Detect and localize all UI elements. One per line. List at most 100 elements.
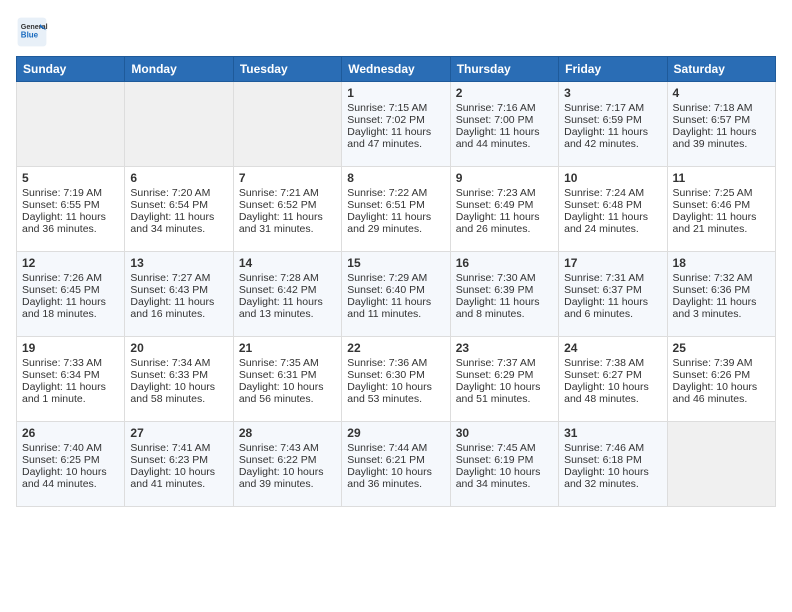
day-info: Sunset: 6:46 PM [673, 199, 770, 211]
day-info: and 39 minutes. [239, 478, 336, 490]
day-info: Sunrise: 7:44 AM [347, 442, 444, 454]
calendar-header-friday: Friday [559, 57, 667, 82]
calendar-cell: 27Sunrise: 7:41 AMSunset: 6:23 PMDayligh… [125, 422, 233, 507]
calendar-cell: 24Sunrise: 7:38 AMSunset: 6:27 PMDayligh… [559, 337, 667, 422]
day-info: Sunset: 6:54 PM [130, 199, 227, 211]
day-info: Sunrise: 7:41 AM [130, 442, 227, 454]
day-info: and 3 minutes. [673, 308, 770, 320]
calendar-week-5: 26Sunrise: 7:40 AMSunset: 6:25 PMDayligh… [17, 422, 776, 507]
calendar-header-wednesday: Wednesday [342, 57, 450, 82]
svg-text:General: General [21, 22, 48, 31]
day-info: Daylight: 11 hours [22, 381, 119, 393]
day-number: 27 [130, 426, 227, 440]
day-info: Sunset: 6:37 PM [564, 284, 661, 296]
day-info: and 46 minutes. [673, 393, 770, 405]
day-info: and 31 minutes. [239, 223, 336, 235]
day-info: Sunrise: 7:45 AM [456, 442, 553, 454]
day-info: Sunset: 6:40 PM [347, 284, 444, 296]
day-info: Daylight: 10 hours [456, 466, 553, 478]
day-info: Sunrise: 7:23 AM [456, 187, 553, 199]
day-info: Daylight: 11 hours [673, 126, 770, 138]
day-number: 17 [564, 256, 661, 270]
day-info: Sunset: 6:18 PM [564, 454, 661, 466]
day-info: Sunrise: 7:30 AM [456, 272, 553, 284]
day-number: 9 [456, 171, 553, 185]
calendar-cell: 10Sunrise: 7:24 AMSunset: 6:48 PMDayligh… [559, 167, 667, 252]
calendar-header-monday: Monday [125, 57, 233, 82]
day-info: and 36 minutes. [347, 478, 444, 490]
day-info: Daylight: 10 hours [239, 381, 336, 393]
day-info: and 41 minutes. [130, 478, 227, 490]
day-number: 10 [564, 171, 661, 185]
day-info: and 58 minutes. [130, 393, 227, 405]
day-info: Daylight: 10 hours [130, 466, 227, 478]
day-info: Daylight: 11 hours [347, 211, 444, 223]
day-info: Sunrise: 7:16 AM [456, 102, 553, 114]
day-info: Sunset: 6:22 PM [239, 454, 336, 466]
day-info: and 6 minutes. [564, 308, 661, 320]
day-info: Sunset: 6:34 PM [22, 369, 119, 381]
day-info: Sunset: 7:02 PM [347, 114, 444, 126]
day-info: Daylight: 11 hours [239, 211, 336, 223]
calendar-cell: 14Sunrise: 7:28 AMSunset: 6:42 PMDayligh… [233, 252, 341, 337]
day-info: Sunrise: 7:17 AM [564, 102, 661, 114]
day-info: and 39 minutes. [673, 138, 770, 150]
day-info: Sunset: 6:36 PM [673, 284, 770, 296]
day-info: Daylight: 10 hours [564, 466, 661, 478]
calendar-cell: 2Sunrise: 7:16 AMSunset: 7:00 PMDaylight… [450, 82, 558, 167]
day-number: 31 [564, 426, 661, 440]
calendar-header-tuesday: Tuesday [233, 57, 341, 82]
day-info: and 1 minute. [22, 393, 119, 405]
day-info: and 32 minutes. [564, 478, 661, 490]
day-number: 11 [673, 171, 770, 185]
day-info: and 44 minutes. [456, 138, 553, 150]
calendar-cell: 4Sunrise: 7:18 AMSunset: 6:57 PMDaylight… [667, 82, 775, 167]
day-info: Sunrise: 7:32 AM [673, 272, 770, 284]
calendar-table: SundayMondayTuesdayWednesdayThursdayFrid… [16, 56, 776, 507]
calendar-cell: 28Sunrise: 7:43 AMSunset: 6:22 PMDayligh… [233, 422, 341, 507]
day-number: 8 [347, 171, 444, 185]
day-info: Daylight: 10 hours [673, 381, 770, 393]
day-info: Daylight: 11 hours [456, 211, 553, 223]
day-info: Sunset: 6:31 PM [239, 369, 336, 381]
calendar-cell [667, 422, 775, 507]
day-info: Daylight: 11 hours [456, 126, 553, 138]
day-info: and 13 minutes. [239, 308, 336, 320]
calendar-cell: 29Sunrise: 7:44 AMSunset: 6:21 PMDayligh… [342, 422, 450, 507]
day-info: and 56 minutes. [239, 393, 336, 405]
calendar-cell: 9Sunrise: 7:23 AMSunset: 6:49 PMDaylight… [450, 167, 558, 252]
day-info: Daylight: 11 hours [239, 296, 336, 308]
calendar-week-3: 12 Sunrise: 7:26 AMSunset: 6:45 PM Dayligh… [17, 252, 776, 337]
day-info: and 36 minutes. [22, 223, 119, 235]
calendar-header-row: SundayMondayTuesdayWednesdayThursdayFrid… [17, 57, 776, 82]
day-number: 12 [22, 256, 119, 270]
day-number: 20 [130, 341, 227, 355]
day-info: Daylight: 10 hours [22, 466, 119, 478]
calendar-week-1: 1Sunrise: 7:15 AMSunset: 7:02 PMDaylight… [17, 82, 776, 167]
day-info: Daylight: 11 hours [456, 296, 553, 308]
day-info: and 34 minutes. [130, 223, 227, 235]
day-info: Sunrise: 7:39 AM [673, 357, 770, 369]
day-number: 1 [347, 86, 444, 100]
day-info: Sunrise: 7:40 AM [22, 442, 119, 454]
calendar-cell: 5Sunrise: 7:19 AMSunset: 6:55 PMDaylight… [17, 167, 125, 252]
day-info: Daylight: 11 hours [673, 296, 770, 308]
calendar-cell: 30Sunrise: 7:45 AMSunset: 6:19 PMDayligh… [450, 422, 558, 507]
day-info: Sunset: 6:30 PM [347, 369, 444, 381]
day-info: Sunrise: 7:26 AM [22, 272, 119, 284]
calendar-cell: 31 Sunrise: 7:46 AMSunset: 6:18 PMDayligh… [559, 422, 667, 507]
calendar-cell: 16Sunrise: 7:30 AMSunset: 6:39 PMDayligh… [450, 252, 558, 337]
day-info: Daylight: 10 hours [239, 466, 336, 478]
day-info: Sunrise: 7:19 AM [22, 187, 119, 199]
day-info: Daylight: 10 hours [130, 381, 227, 393]
logo: General Blue [16, 16, 48, 48]
calendar-cell: 13Sunrise: 7:27 AMSunset: 6:43 PMDayligh… [125, 252, 233, 337]
day-info: Sunrise: 7:46 AM [564, 442, 661, 454]
day-number: 2 [456, 86, 553, 100]
day-info: and 47 minutes. [347, 138, 444, 150]
day-info: Sunset: 6:45 PM [22, 284, 119, 296]
day-info: and 24 minutes. [564, 223, 661, 235]
day-info: Sunrise: 7:34 AM [130, 357, 227, 369]
calendar-cell: 26Sunrise: 7:40 AMSunset: 6:25 PMDayligh… [17, 422, 125, 507]
day-info: Daylight: 10 hours [347, 466, 444, 478]
